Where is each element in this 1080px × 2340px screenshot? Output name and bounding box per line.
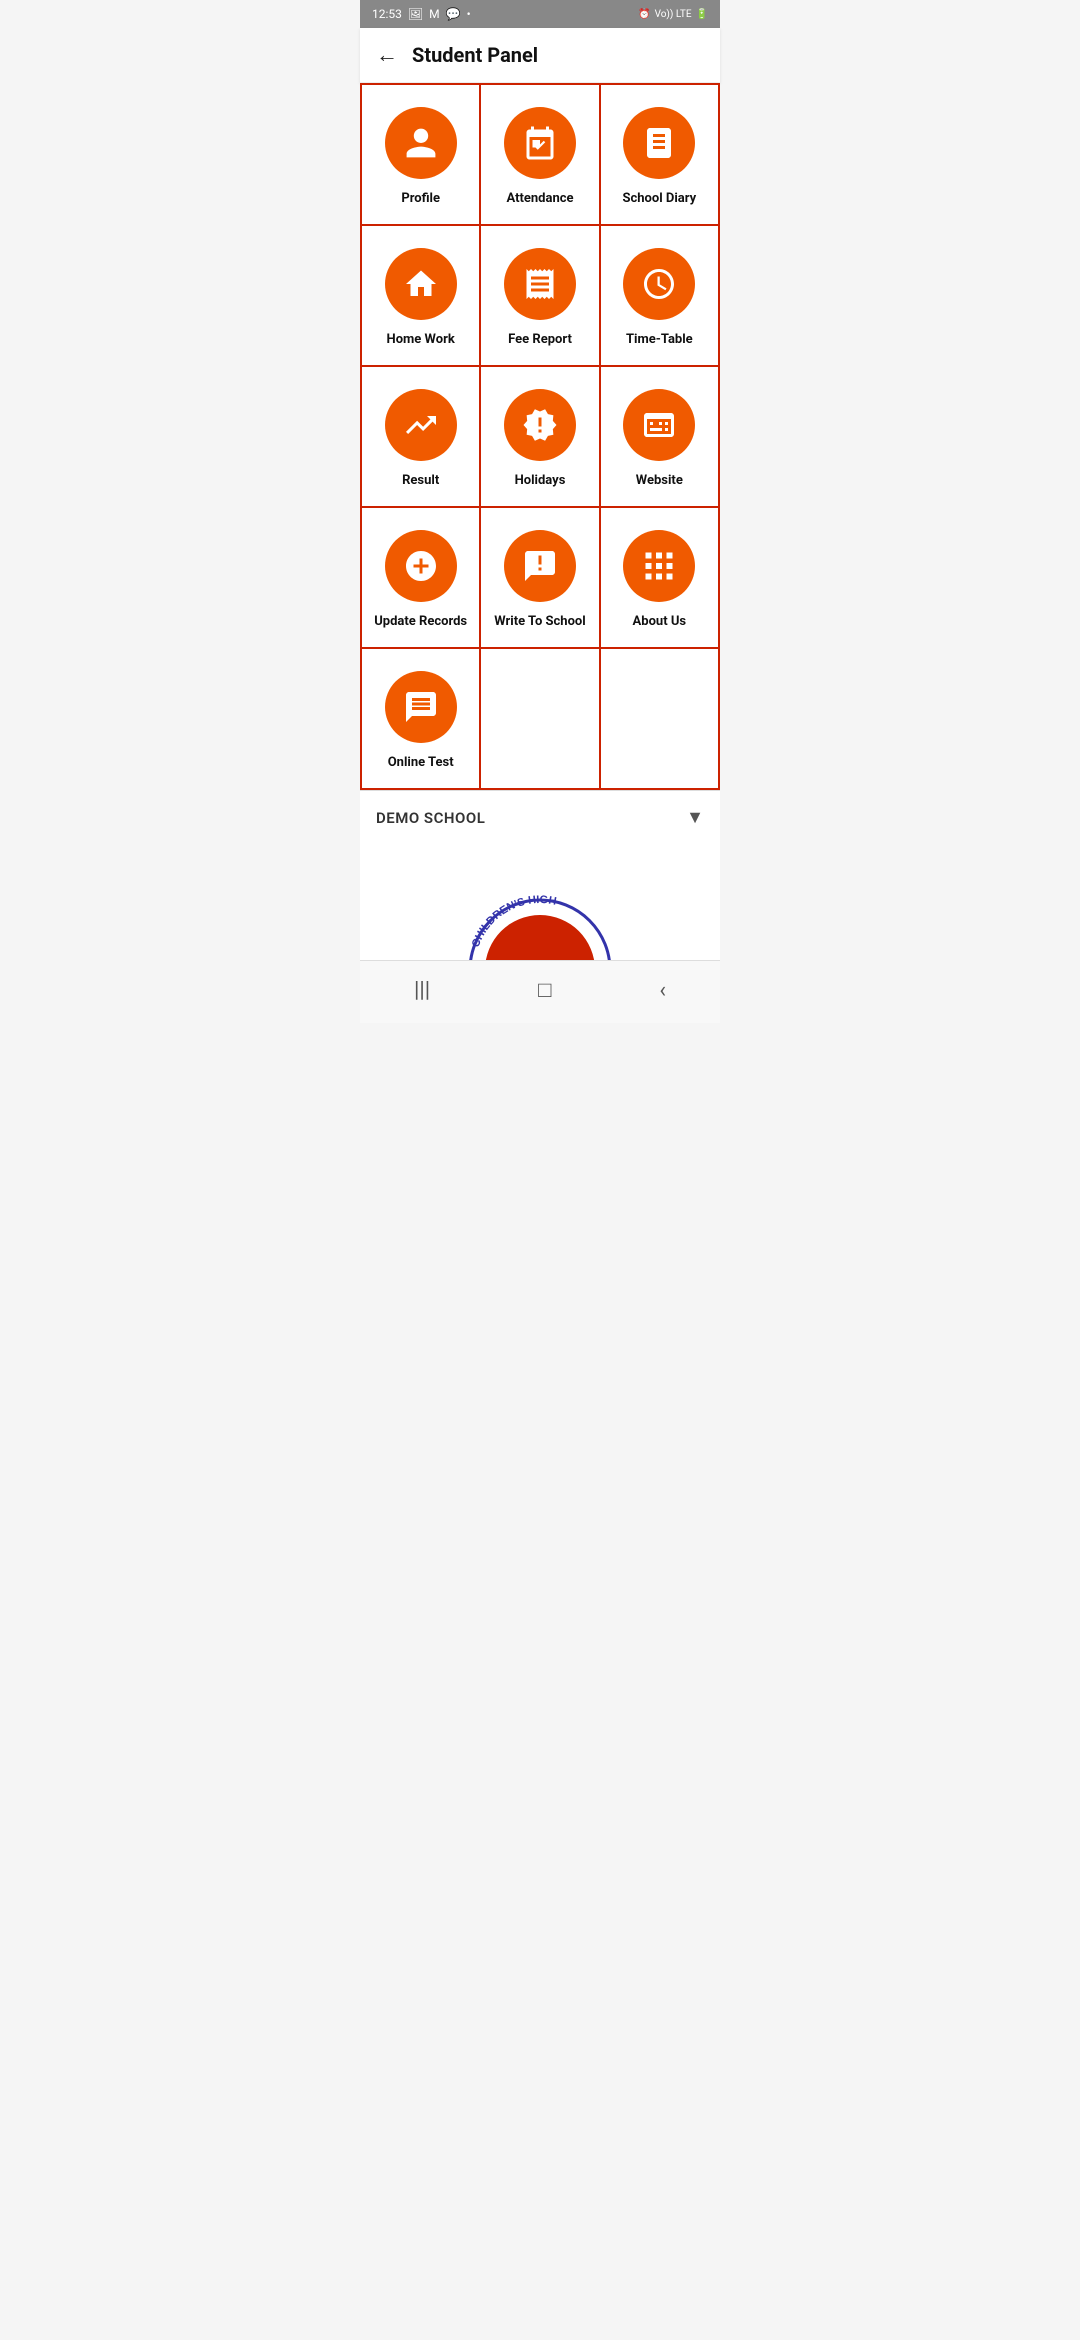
grid-item-profile[interactable]: Profile: [362, 85, 481, 226]
home-work-icon-circle: [385, 248, 457, 320]
profile-icon-circle: [385, 107, 457, 179]
status-left: 12:53 🖼 M 💬 •: [372, 7, 471, 21]
browser-icon: [641, 407, 677, 443]
grid-item-school-diary[interactable]: School Diary: [601, 85, 720, 226]
receipt-icon: [522, 266, 558, 302]
chat-alert-icon: [522, 548, 558, 584]
result-label: Result: [402, 473, 439, 488]
home-work-label: Home Work: [387, 332, 455, 347]
attendance-label: Attendance: [506, 191, 573, 206]
grid-item-website[interactable]: Website: [601, 367, 720, 508]
about-us-label: About Us: [633, 614, 687, 629]
clock-icon: [641, 266, 677, 302]
nav-menu-button[interactable]: |||: [394, 974, 450, 1007]
school-diary-icon-circle: [623, 107, 695, 179]
photo-icon: 🖼: [408, 7, 423, 21]
back-button[interactable]: ←: [376, 42, 398, 68]
grid-item-update-records[interactable]: Update Records: [362, 508, 481, 649]
umbrella-icon: [522, 407, 558, 443]
alarm-icon: ⏰: [638, 9, 650, 20]
trend-up-icon: [403, 407, 439, 443]
website-icon-circle: [623, 389, 695, 461]
nav-home-button[interactable]: □: [518, 973, 571, 1007]
holidays-icon-circle: [504, 389, 576, 461]
plus-circle-icon: [403, 548, 439, 584]
school-name-text: DEMO SCHOOL: [376, 809, 485, 827]
write-to-school-icon-circle: [504, 530, 576, 602]
logo-svg: CHILDREN'S HIGH: [460, 880, 620, 960]
result-icon-circle: [385, 389, 457, 461]
update-records-icon-circle: [385, 530, 457, 602]
school-selector[interactable]: DEMO SCHOOL ▼: [360, 790, 720, 840]
online-test-label: Online Test: [388, 755, 454, 770]
grid-item-holidays[interactable]: Holidays: [481, 367, 600, 508]
fee-report-icon-circle: [504, 248, 576, 320]
website-label: Website: [636, 473, 683, 488]
online-test-icon-circle: [385, 671, 457, 743]
logo-area: CHILDREN'S HIGH: [360, 840, 720, 960]
time-table-label: Time-Table: [626, 332, 693, 347]
page-title: Student Panel: [412, 43, 538, 67]
school-diary-label: School Diary: [622, 191, 696, 206]
time-table-icon-circle: [623, 248, 695, 320]
grid-empty-2: [601, 649, 720, 790]
holidays-label: Holidays: [515, 473, 566, 488]
chat-bubble-icon: [403, 689, 439, 725]
grid-icon: [641, 548, 677, 584]
grid-item-time-table[interactable]: Time-Table: [601, 226, 720, 367]
grid-item-online-test[interactable]: Online Test: [362, 649, 481, 790]
attendance-icon-circle: [504, 107, 576, 179]
book-icon: [641, 125, 677, 161]
dropdown-arrow-icon[interactable]: ▼: [686, 807, 704, 828]
status-right: ⏰ Vo)) LTE 🔋: [638, 9, 708, 20]
grid-item-fee-report[interactable]: Fee Report: [481, 226, 600, 367]
message-icon: 💬: [446, 7, 461, 21]
calendar-check-icon: [522, 125, 558, 161]
home-icon: [403, 266, 439, 302]
menu-grid: Profile Attendance School Diary Home Wor…: [360, 83, 720, 790]
battery-icon: 🔋: [696, 9, 708, 20]
grid-item-write-to-school[interactable]: Write To School: [481, 508, 600, 649]
nav-bar: ||| □ ‹: [360, 960, 720, 1023]
fee-report-label: Fee Report: [508, 332, 572, 347]
header: ← Student Panel: [360, 28, 720, 83]
grid-empty-1: [481, 649, 600, 790]
grid-item-home-work[interactable]: Home Work: [362, 226, 481, 367]
nav-back-button[interactable]: ‹: [639, 974, 686, 1007]
write-to-school-label: Write To School: [494, 614, 585, 629]
grid-item-about-us[interactable]: About Us: [601, 508, 720, 649]
profile-label: Profile: [401, 191, 440, 206]
school-logo: CHILDREN'S HIGH: [460, 880, 620, 960]
grid-item-attendance[interactable]: Attendance: [481, 85, 600, 226]
update-records-label: Update Records: [374, 614, 467, 629]
grid-item-result[interactable]: Result: [362, 367, 481, 508]
status-bar: 12:53 🖼 M 💬 • ⏰ Vo)) LTE 🔋: [360, 0, 720, 28]
person-icon: [403, 125, 439, 161]
gmail-icon: M: [429, 7, 439, 21]
dot-icon: •: [467, 7, 471, 21]
about-us-icon-circle: [623, 530, 695, 602]
status-time: 12:53: [372, 7, 402, 21]
signal-text: Vo)) LTE: [655, 9, 692, 20]
